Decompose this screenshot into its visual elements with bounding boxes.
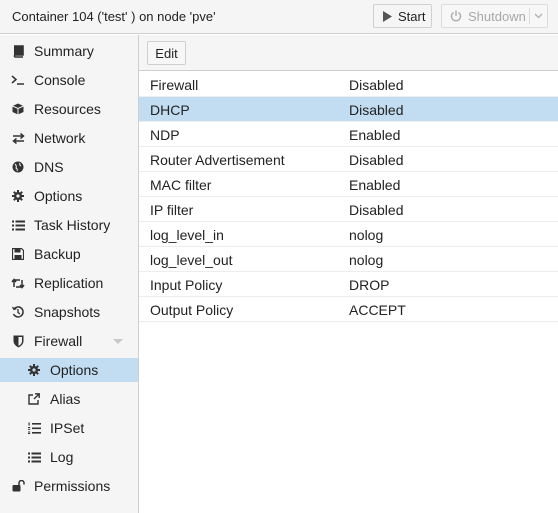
book-icon: [11, 44, 25, 58]
option-value: Enabled: [349, 177, 401, 193]
unlock-icon: [11, 479, 25, 493]
sidebar-item-label: Network: [34, 130, 86, 146]
sidebar-item-label: Backup: [34, 246, 81, 262]
power-off-icon: [450, 10, 462, 22]
main-panel: Edit Firewall Disabled DHCP Disabled NDP…: [139, 35, 558, 513]
table-row[interactable]: IP filter Disabled: [139, 197, 558, 222]
toolbar: Edit: [139, 35, 558, 71]
sidebar-item-log[interactable]: Log: [0, 445, 138, 469]
sidebar-item-label: Task History: [34, 217, 111, 233]
option-value: Disabled: [349, 102, 404, 118]
cube-icon: [11, 102, 25, 116]
option-value: Enabled: [349, 127, 401, 143]
table-row[interactable]: MAC filter Enabled: [139, 172, 558, 197]
table-row[interactable]: Input Policy DROP: [139, 272, 558, 297]
table-row[interactable]: log_level_in nolog: [139, 222, 558, 247]
sidebar-item-permissions[interactable]: Permissions: [0, 474, 138, 498]
gear-icon: [11, 189, 25, 203]
table-row[interactable]: Output Policy ACCEPT: [139, 297, 558, 322]
option-key: Input Policy: [150, 277, 223, 293]
sidebar-item-summary[interactable]: Summary: [0, 39, 138, 63]
sidebar-item-options[interactable]: Options: [0, 184, 138, 208]
sidebar-item-label: Summary: [34, 43, 94, 59]
option-value: Disabled: [349, 77, 404, 93]
table-row[interactable]: Router Advertisement Disabled: [139, 147, 558, 172]
sidebar-item-task-history[interactable]: Task History: [0, 213, 138, 237]
terminal-icon: [11, 73, 25, 87]
play-icon: [382, 10, 392, 22]
exchange-icon: [11, 131, 25, 145]
list-icon: [27, 450, 41, 464]
sidebar-item-ipset[interactable]: IPSet: [0, 416, 138, 440]
sidebar-item-label: IPSet: [50, 420, 85, 436]
option-value: ACCEPT: [349, 302, 406, 318]
table-row[interactable]: Firewall Disabled: [139, 72, 558, 97]
option-key: Firewall: [150, 77, 199, 93]
sidebar-item-firewall-options[interactable]: Options: [0, 358, 138, 382]
sidebar-item-label: Resources: [34, 101, 101, 117]
option-value: DROP: [349, 277, 390, 293]
sidebar-item-label: Console: [34, 72, 86, 88]
option-value: nolog: [349, 252, 384, 268]
option-key: log_level_in: [150, 227, 224, 243]
option-key: MAC filter: [150, 177, 212, 193]
option-key: IP filter: [150, 202, 194, 218]
chevron-down-icon[interactable]: [113, 339, 123, 344]
sidebar-item-replication[interactable]: Replication: [0, 271, 138, 295]
sidebar-item-label: DNS: [34, 159, 64, 175]
sidebar-item-label: Alias: [50, 391, 81, 407]
shield-icon: [11, 334, 25, 348]
sidebar-item-network[interactable]: Network: [0, 126, 138, 150]
gear-icon: [27, 363, 41, 377]
list-icon: [11, 218, 25, 232]
sidebar-item-snapshots[interactable]: Snapshots: [0, 300, 138, 324]
history-icon: [11, 305, 25, 319]
page-title: Container 104 ('test' ) on node 'pve': [12, 9, 216, 24]
sidebar-item-label: Replication: [34, 275, 104, 291]
sidebar-item-alias[interactable]: Alias: [0, 387, 138, 411]
option-value: Disabled: [349, 152, 404, 168]
sidebar-item-firewall[interactable]: Firewall: [0, 329, 138, 353]
option-key: NDP: [150, 127, 180, 143]
shutdown-button[interactable]: Shutdown: [441, 4, 548, 28]
floppy-icon: [11, 247, 25, 261]
header-bar: Container 104 ('test' ) on node 'pve' St…: [0, 0, 558, 34]
retweet-icon: [11, 276, 25, 290]
sidebar-item-dns[interactable]: DNS: [0, 155, 138, 179]
external-link-icon: [27, 392, 41, 406]
option-key: DHCP: [150, 102, 190, 118]
sidebar-item-label: Firewall: [34, 333, 83, 349]
sidebar-item-label: Options: [34, 188, 83, 204]
shutdown-button-label: Shutdown: [468, 8, 526, 24]
option-key: Router Advertisement: [150, 152, 285, 168]
table-row[interactable]: DHCP Disabled: [139, 97, 558, 122]
edit-button[interactable]: Edit: [147, 41, 186, 65]
sidebar-item-label: Permissions: [34, 478, 111, 494]
sidebar-item-backup[interactable]: Backup: [0, 242, 138, 266]
table-row[interactable]: NDP Enabled: [139, 122, 558, 147]
sidebar-item-label: Options: [50, 362, 99, 378]
sidebar-item-resources[interactable]: Resources: [0, 97, 138, 121]
option-value: Disabled: [349, 202, 404, 218]
option-value: nolog: [349, 227, 384, 243]
globe-icon: [11, 160, 25, 174]
sidebar-item-label: Log: [50, 449, 74, 465]
chevron-down-icon[interactable]: [529, 8, 543, 24]
option-key: log_level_out: [150, 252, 233, 268]
start-button-label: Start: [398, 8, 426, 24]
list-ol-icon: [27, 421, 41, 435]
start-button[interactable]: Start: [373, 4, 432, 28]
table-row[interactable]: log_level_out nolog: [139, 247, 558, 272]
sidebar: Summary Console Resources Network DNS Op…: [0, 35, 139, 513]
sidebar-item-console[interactable]: Console: [0, 68, 138, 92]
option-key: Output Policy: [150, 302, 234, 318]
options-grid: Firewall Disabled DHCP Disabled NDP Enab…: [139, 72, 558, 322]
sidebar-item-label: Snapshots: [34, 304, 101, 320]
